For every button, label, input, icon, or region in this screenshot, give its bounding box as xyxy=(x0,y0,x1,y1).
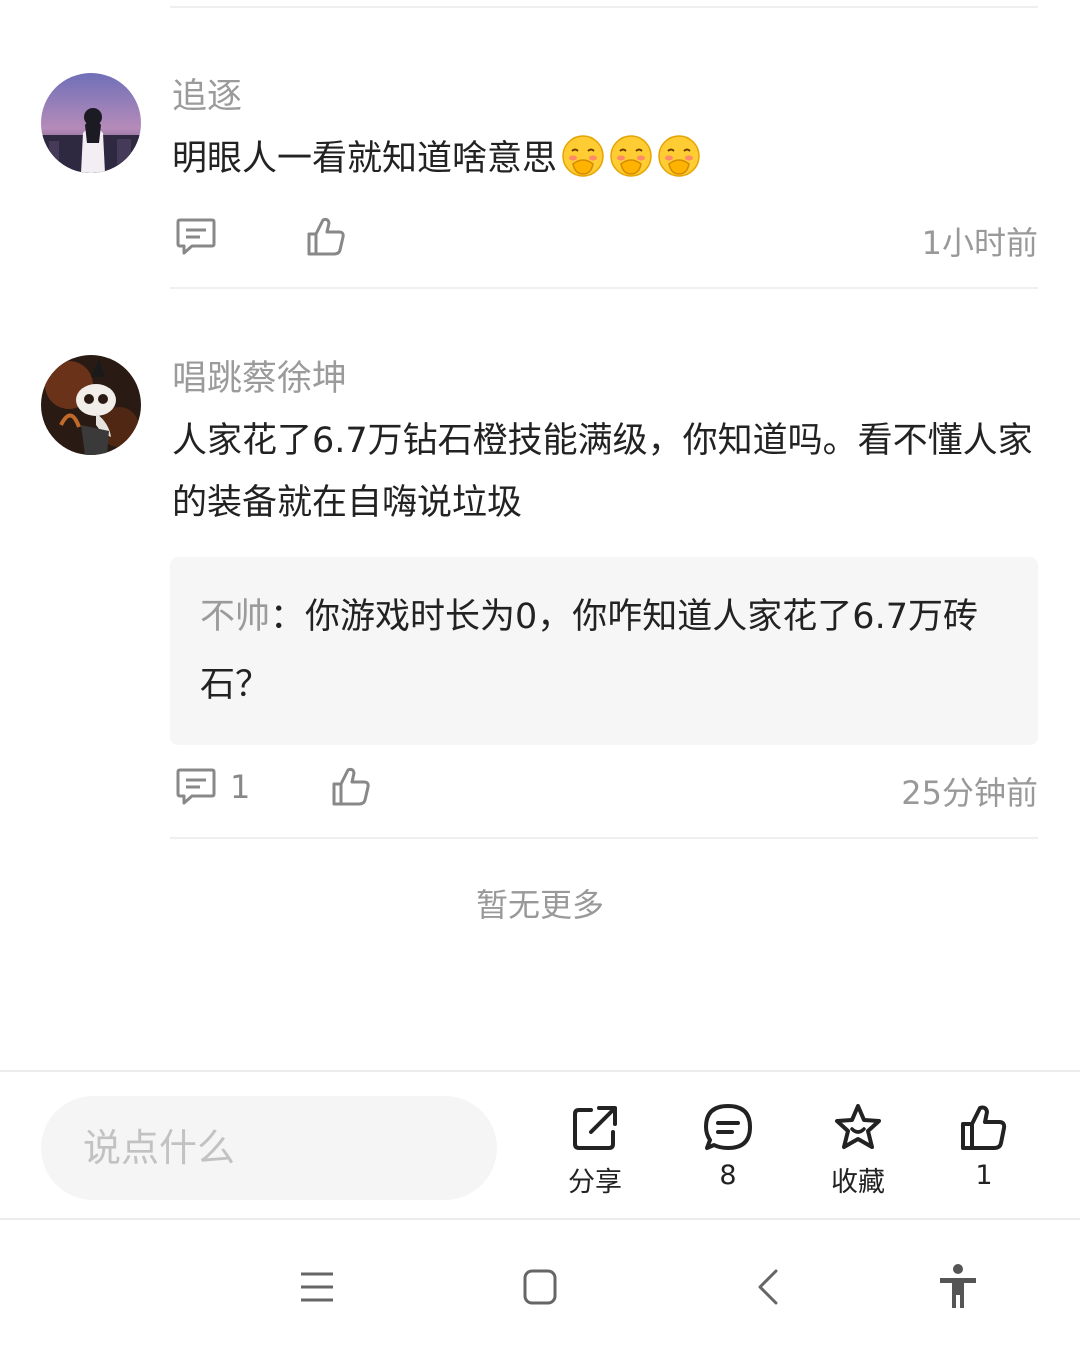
comment-text-content: 明眼人一看就知道啥意思 xyxy=(172,139,558,179)
favorite-button[interactable]: 收藏 xyxy=(803,1102,913,1199)
bottom-action-bar: 说点什么 分享 8 收藏 1 xyxy=(0,1070,1080,1220)
face-with-hand-over-mouth-icon xyxy=(609,134,653,178)
face-with-hand-over-mouth-icon xyxy=(561,134,605,178)
share-icon xyxy=(540,1102,650,1154)
comment-bubble-icon xyxy=(673,1102,783,1154)
comment-actions: 1小时前 xyxy=(172,214,1038,264)
divider xyxy=(170,6,1038,8)
divider xyxy=(170,837,1038,839)
share-button[interactable]: 分享 xyxy=(540,1102,650,1199)
timestamp: 25分钟前 xyxy=(901,774,1038,812)
reply-icon[interactable] xyxy=(174,764,218,808)
share-label: 分享 xyxy=(568,1167,622,1198)
menu-icon[interactable] xyxy=(287,1262,347,1312)
avatar[interactable] xyxy=(41,355,141,455)
favorite-label: 收藏 xyxy=(831,1167,885,1198)
username[interactable]: 唱跳蔡徐坤 xyxy=(172,350,347,401)
comment-input[interactable]: 说点什么 xyxy=(41,1096,497,1200)
timestamp: 1小时前 xyxy=(921,224,1038,262)
like-icon[interactable] xyxy=(329,764,373,812)
back-icon[interactable] xyxy=(738,1262,798,1312)
reply-separator: ： xyxy=(270,597,306,637)
like-button[interactable]: 1 xyxy=(929,1102,1039,1191)
comment-actions: 1 25分钟前 xyxy=(172,764,1038,814)
username[interactable]: 追逐 xyxy=(172,68,242,119)
like-count: 1 xyxy=(975,1160,993,1191)
comment-text: 明眼人一看就知道啥意思 xyxy=(172,128,1038,190)
star-icon xyxy=(803,1102,913,1154)
reply-author[interactable]: 不帅 xyxy=(200,597,270,637)
reply-icon[interactable] xyxy=(174,214,218,258)
avatar[interactable] xyxy=(41,73,141,173)
like-icon[interactable] xyxy=(304,214,348,262)
system-navigation-bar xyxy=(0,1222,1080,1349)
home-icon[interactable] xyxy=(510,1262,570,1312)
reply-preview[interactable]: 不帅：你游戏时长为0，你咋知道人家花了6.7万砖石？ xyxy=(170,557,1038,745)
reply-text: 你游戏时长为0，你咋知道人家花了6.7万砖石？ xyxy=(200,597,978,705)
no-more-label: 暂无更多 xyxy=(475,886,604,924)
thumbs-up-icon xyxy=(929,1102,1039,1154)
comment-count: 8 xyxy=(719,1160,737,1191)
comments-button[interactable]: 8 xyxy=(673,1102,783,1191)
comment-text: 人家花了6.7万钻石橙技能满级，你知道吗。看不懂人家的装备就在自嗨说垃圾 xyxy=(172,421,1033,523)
face-with-hand-over-mouth-icon xyxy=(657,134,701,178)
reply-count: 1 xyxy=(230,768,251,806)
accessibility-icon[interactable] xyxy=(928,1262,988,1312)
divider xyxy=(170,287,1038,289)
